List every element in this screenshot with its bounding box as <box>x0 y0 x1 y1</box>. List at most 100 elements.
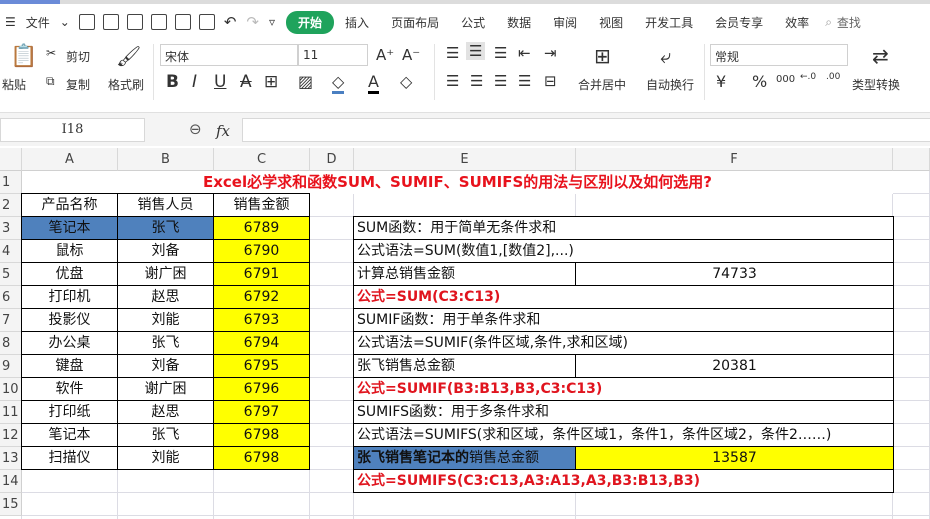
italic-icon[interactable]: I <box>192 72 197 92</box>
table-header[interactable]: 产品名称 <box>21 193 118 217</box>
salesperson-cell[interactable]: 刘备 <box>117 354 214 378</box>
tab-insert[interactable]: 插入 <box>334 14 380 31</box>
decrease-decimal-icon[interactable]: .00 <box>826 72 840 82</box>
thousands-icon[interactable]: 000 <box>776 74 795 85</box>
formula-note[interactable]: 公式=SUM(C3:C13) <box>353 285 894 309</box>
tab-view[interactable]: 视图 <box>588 14 634 31</box>
note-value[interactable]: 20381 <box>575 354 894 378</box>
product-cell[interactable]: 键盘 <box>21 354 118 378</box>
note-text[interactable]: SUMIF函数：用于单条件求和 <box>353 308 894 332</box>
search-label[interactable]: 查找 <box>837 14 861 31</box>
row-header-7[interactable]: 7 <box>0 309 22 332</box>
formula-note[interactable]: 公式=SUMIF(B3:B13,B3,C3:C13) <box>353 377 894 401</box>
row-header-10[interactable]: 10 <box>0 378 22 401</box>
column-header-E[interactable]: E <box>354 148 576 171</box>
row-header-1[interactable]: 1 <box>0 171 22 194</box>
search-icon[interactable]: ⌕ <box>825 15 832 30</box>
currency-icon[interactable]: ¥ <box>716 72 726 91</box>
export-icon[interactable] <box>150 14 167 30</box>
underline-icon[interactable]: U <box>214 72 226 92</box>
increase-font-icon[interactable]: A⁺ <box>376 46 394 64</box>
tab-formulas[interactable]: 公式 <box>450 14 496 31</box>
amount-cell[interactable]: 6797 <box>213 400 310 424</box>
row-header-4[interactable]: 4 <box>0 240 22 263</box>
zoom-icon[interactable]: ⊖ <box>189 120 202 138</box>
product-cell[interactable]: 笔记本 <box>21 423 118 447</box>
percent-icon[interactable]: % <box>752 72 767 91</box>
salesperson-cell[interactable]: 赵思 <box>117 285 214 309</box>
bold-icon[interactable]: B <box>166 72 179 92</box>
convert-icon[interactable]: ⇄ <box>872 44 889 68</box>
note-value[interactable]: 74733 <box>575 262 894 286</box>
wrap-text-icon[interactable]: ⤶ <box>660 44 671 68</box>
cut-icon[interactable]: ✂ <box>46 46 56 60</box>
wrap-text-button[interactable]: 自动换行 <box>646 76 694 93</box>
salesperson-cell[interactable]: 刘能 <box>117 308 214 332</box>
menu-file[interactable]: 文件 <box>26 14 50 31</box>
row-header-14[interactable]: 14 <box>0 470 22 493</box>
align-right-icon[interactable]: ☰ <box>494 72 507 90</box>
note-text[interactable]: 公式语法=SUMIFS(求和区域，条件区域1，条件1，条件区域2，条件2……) <box>353 423 894 447</box>
row-header-2[interactable]: 2 <box>0 194 22 217</box>
note-value[interactable]: 13587 <box>575 446 894 470</box>
justify-icon[interactable]: ☰ <box>518 72 531 90</box>
product-cell[interactable]: 软件 <box>21 377 118 401</box>
row-header-13[interactable]: 13 <box>0 447 22 470</box>
increase-decimal-icon[interactable]: ←.0 <box>800 72 816 82</box>
salesperson-cell[interactable]: 谢广困 <box>117 262 214 286</box>
product-cell[interactable]: 投影仪 <box>21 308 118 332</box>
row-header-9[interactable]: 9 <box>0 355 22 378</box>
clear-format-icon[interactable]: ◇ <box>400 72 412 91</box>
note-label[interactable]: 张飞销售笔记本的销售总金额 <box>353 446 576 470</box>
row-header-15[interactable]: 15 <box>0 493 22 516</box>
product-cell[interactable]: 优盘 <box>21 262 118 286</box>
format-painter-button[interactable]: 格式刷 <box>108 76 144 93</box>
salesperson-cell[interactable]: 张飞 <box>117 331 214 355</box>
amount-cell[interactable]: 6792 <box>213 285 310 309</box>
tab-page-layout[interactable]: 页面布局 <box>380 14 450 31</box>
salesperson-cell[interactable]: 赵思 <box>117 400 214 424</box>
note-text[interactable]: 公式语法=SUM(数值1,[数值2],...) <box>353 239 894 263</box>
tab-member[interactable]: 会员专享 <box>704 14 774 31</box>
formula-note[interactable]: 公式=SUMIFS(C3:C13,A3:A13,A3,B3:B13,B3) <box>353 469 894 493</box>
merge-center-icon[interactable]: ⊞ <box>594 44 611 68</box>
tab-review[interactable]: 审阅 <box>542 14 588 31</box>
strikethrough-icon[interactable]: A <box>240 72 252 92</box>
table-header[interactable]: 销售人员 <box>117 193 214 217</box>
undo-icon[interactable]: ↶ <box>224 13 237 31</box>
amount-cell[interactable]: 6790 <box>213 239 310 263</box>
cut-button[interactable]: 剪切 <box>66 48 90 65</box>
salesperson-cell[interactable]: 张飞 <box>117 216 214 240</box>
font-size-select[interactable]: 11 <box>298 44 368 66</box>
new-file-icon[interactable] <box>78 14 95 30</box>
redo-icon[interactable]: ↷ <box>246 13 259 31</box>
align-middle-icon[interactable]: ☰ <box>466 42 486 60</box>
column-header-A[interactable]: A <box>22 148 118 171</box>
type-convert-button[interactable]: 类型转换 <box>852 76 900 93</box>
note-label[interactable]: 张飞销售总金额 <box>353 354 576 378</box>
row-header-12[interactable]: 12 <box>0 424 22 447</box>
amount-cell[interactable]: 6798 <box>213 423 310 447</box>
tab-developer[interactable]: 开发工具 <box>634 14 704 31</box>
column-header-C[interactable]: C <box>214 148 310 171</box>
print-preview-icon[interactable] <box>198 14 215 30</box>
align-center-icon[interactable]: ☰ <box>470 72 483 90</box>
amount-cell[interactable]: 6798 <box>213 446 310 470</box>
copy-icon[interactable]: ⧉ <box>46 74 55 89</box>
paste-icon[interactable]: 📋 <box>10 44 37 69</box>
note-text[interactable]: SUMIFS函数：用于多条件求和 <box>353 400 894 424</box>
format-painter-icon[interactable]: 🖌 <box>116 44 141 68</box>
product-cell[interactable]: 打印机 <box>21 285 118 309</box>
salesperson-cell[interactable]: 刘能 <box>117 446 214 470</box>
align-top-icon[interactable]: ☰ <box>446 44 459 62</box>
salesperson-cell[interactable]: 刘备 <box>117 239 214 263</box>
formula-input[interactable] <box>242 118 930 142</box>
product-cell[interactable]: 扫描仪 <box>21 446 118 470</box>
product-cell[interactable]: 鼠标 <box>21 239 118 263</box>
distribute-icon[interactable]: ⊟ <box>544 72 557 90</box>
amount-cell[interactable]: 6795 <box>213 354 310 378</box>
save-icon[interactable] <box>126 14 143 30</box>
note-text[interactable]: 公式语法=SUMIF(条件区域,条件,求和区域) <box>353 331 894 355</box>
amount-cell[interactable]: 6791 <box>213 262 310 286</box>
row-header-3[interactable]: 3 <box>0 217 22 240</box>
